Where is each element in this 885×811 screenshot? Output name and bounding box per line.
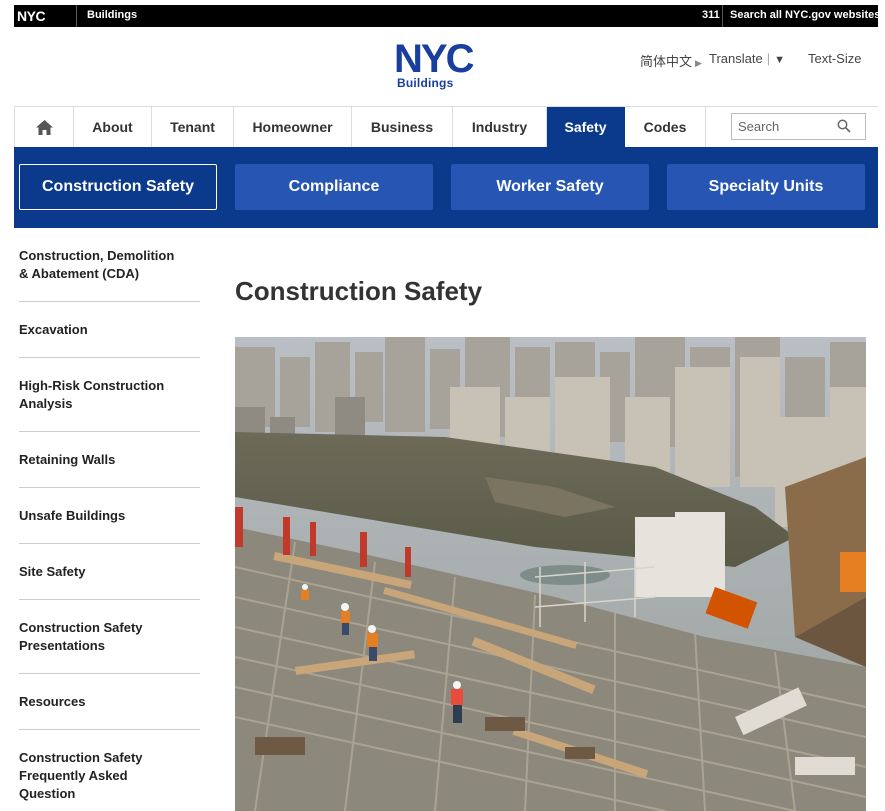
tab-industry[interactable]: Industry: [453, 107, 547, 147]
sidebar-item-label: Construction, Demolition: [19, 248, 175, 263]
sidebar-item-high-risk[interactable]: High-Risk Construction Analysis: [19, 358, 200, 432]
text-size-link[interactable]: Text-Size: [808, 51, 861, 66]
subnav-worker-safety[interactable]: Worker Safety: [451, 164, 649, 210]
sidebar-item-resources[interactable]: Resources: [19, 674, 200, 730]
sidebar-item-cda[interactable]: Construction, Demolition & Abatement (CD…: [19, 247, 200, 302]
divider: [722, 5, 723, 27]
search-icon[interactable]: [837, 119, 851, 133]
divider: [76, 5, 77, 27]
sidebar-item-label: & Abatement (CDA): [19, 266, 140, 281]
sidebar-item-retaining-walls[interactable]: Retaining Walls: [19, 432, 200, 488]
search-all-link[interactable]: Search all NYC.gov websites: [730, 9, 880, 21]
translate-label: Translate: [709, 51, 763, 66]
sidebar-item-presentations[interactable]: Construction Safety Presentations: [19, 600, 200, 674]
nyc-logo-small[interactable]: NYC: [16, 8, 56, 24]
tab-about[interactable]: About: [74, 107, 152, 147]
phone-311-link[interactable]: 311: [702, 9, 720, 21]
sidebar: Construction, Demolition & Abatement (CD…: [19, 247, 200, 803]
sidebar-item-label: Site Safety: [19, 564, 86, 579]
sidebar-item-label: Construction Safety: [19, 620, 143, 635]
sidebar-item-site-safety[interactable]: Site Safety: [19, 544, 200, 600]
caret-down-icon: ▼: [774, 54, 785, 66]
svg-text:NYC: NYC: [394, 40, 474, 76]
agency-link[interactable]: Buildings: [87, 9, 137, 21]
sidebar-item-label: Analysis: [19, 396, 73, 411]
nav-home[interactable]: [15, 107, 74, 147]
tab-homeowner[interactable]: Homeowner: [234, 107, 352, 147]
page-title: Construction Safety: [235, 276, 483, 306]
sidebar-item-excavation[interactable]: Excavation: [19, 302, 200, 358]
subnav-compliance[interactable]: Compliance: [235, 164, 433, 210]
sidebar-item-faq[interactable]: Construction Safety Frequently Asked Que…: [19, 730, 200, 803]
language-select[interactable]: 简体中文 ▶: [640, 51, 705, 70]
home-icon: [35, 119, 53, 135]
tab-business[interactable]: Business: [352, 107, 453, 147]
sidebar-item-label: Presentations: [19, 638, 105, 653]
language-label: 简体中文: [640, 54, 693, 69]
sidebar-item-label: Frequently Asked: [19, 768, 128, 783]
triangle-right-icon: ▶: [695, 58, 702, 68]
section-subnav: Construction Safety Compliance Worker Sa…: [14, 147, 878, 228]
sidebar-item-label: Retaining Walls: [19, 452, 116, 467]
sidebar-item-label: High-Risk Construction: [19, 378, 165, 393]
search-box: [731, 113, 866, 140]
tab-tenant[interactable]: Tenant: [152, 107, 234, 147]
search-input[interactable]: [732, 114, 832, 139]
sidebar-item-label: Question: [19, 786, 76, 801]
sidebar-item-label: Construction Safety: [19, 750, 143, 765]
logo-subtitle: Buildings: [397, 76, 454, 90]
translate-dropdown[interactable]: Translate | ▼: [709, 51, 785, 66]
divider: |: [766, 51, 771, 66]
hero-image: [235, 337, 866, 811]
sidebar-item-label: Resources: [19, 694, 86, 709]
sidebar-item-label: Excavation: [19, 322, 88, 337]
svg-text:NYC: NYC: [17, 8, 45, 24]
tab-codes[interactable]: Codes: [625, 107, 706, 147]
sidebar-item-unsafe-buildings[interactable]: Unsafe Buildings: [19, 488, 200, 544]
sidebar-item-label: Unsafe Buildings: [19, 508, 126, 523]
subnav-specialty-units[interactable]: Specialty Units: [667, 164, 865, 210]
tab-safety[interactable]: Safety: [547, 107, 625, 147]
subnav-construction-safety[interactable]: Construction Safety: [19, 164, 217, 210]
nyc-buildings-logo[interactable]: NYC Buildings: [394, 40, 490, 92]
top-bar: NYC Buildings 311 Search all NYC.gov web…: [14, 5, 880, 27]
